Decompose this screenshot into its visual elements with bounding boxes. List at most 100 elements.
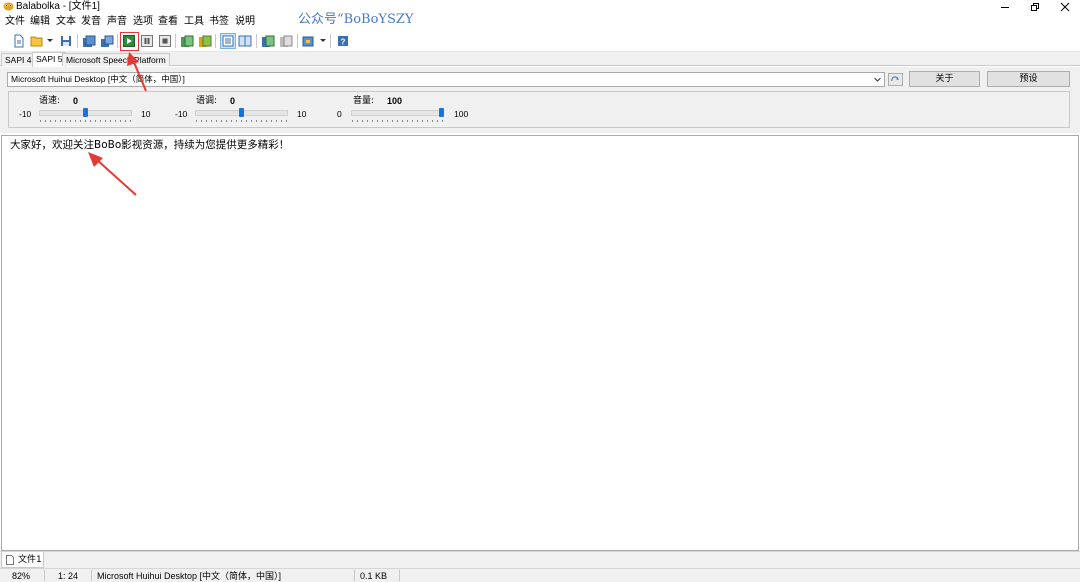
- chevron-down-icon: [874, 77, 881, 82]
- open-button[interactable]: [29, 33, 45, 49]
- help-button[interactable]: ?: [335, 33, 351, 49]
- menu-options[interactable]: 选项: [133, 16, 153, 28]
- sliders-box: 语速: 0 -10 10 语调: 0 -10 10 音量: 100 0 100: [8, 91, 1070, 128]
- play-button-highlight: [120, 32, 139, 51]
- spell-check-icon: [238, 35, 252, 47]
- status-bar: 82% 1: 24 Microsoft Huihui Desktop [中文（简…: [0, 568, 1080, 582]
- toolbar-separator: [330, 34, 331, 48]
- toolbar-separator: [256, 34, 257, 48]
- refresh-icon: [891, 75, 899, 81]
- rate-slider-ticks: [40, 120, 131, 122]
- toolbar-separator: [77, 34, 78, 48]
- menu-view[interactable]: 查看: [158, 16, 178, 28]
- volume-slider-ticks: [352, 120, 443, 122]
- stop-icon: [159, 35, 171, 47]
- export-button[interactable]: [197, 33, 213, 49]
- minimize-icon: [1001, 7, 1009, 8]
- svg-text:?: ?: [341, 38, 346, 47]
- new-document-icon: [14, 34, 24, 48]
- rate-slider-thumb[interactable]: [83, 108, 88, 117]
- save-button[interactable]: [58, 33, 74, 49]
- menu-bar: 文件 编辑 文本 发音 声音 选项 查看 工具 书签 说明: [0, 14, 1080, 30]
- status-zoom: 82%: [12, 571, 31, 581]
- document-tab[interactable]: 文件1: [1, 552, 44, 568]
- menu-tools[interactable]: 工具: [184, 16, 204, 28]
- pitch-max: 10: [297, 109, 307, 119]
- document-icon: [6, 554, 14, 565]
- preset-button[interactable]: 预设: [987, 71, 1070, 87]
- voice-panel: Microsoft Huihui Desktop [中文（简体，中国）] 关于 …: [0, 67, 1080, 133]
- pitch-slider-thumb[interactable]: [239, 108, 244, 117]
- batch-icon: [280, 35, 293, 47]
- voice-settings-button[interactable]: [888, 73, 903, 86]
- split-audio-button[interactable]: [99, 33, 115, 49]
- open-folder-icon: [30, 36, 43, 47]
- document-tab-label: 文件1: [18, 554, 42, 565]
- menu-sound[interactable]: 声音: [107, 16, 127, 28]
- save-audio-icon: [83, 35, 96, 47]
- tab-speech-platform[interactable]: Microsoft Speech Platform: [62, 53, 170, 66]
- toolbar-separator: [117, 34, 118, 48]
- close-button[interactable]: [1050, 0, 1080, 14]
- status-position: 1: 24: [58, 571, 79, 581]
- rate-min: -10: [19, 109, 32, 119]
- watermark: 公众号“BoBoYSZY: [298, 12, 414, 27]
- status-divider: [91, 570, 92, 581]
- text-editor[interactable]: 大家好，欢迎关注BoBo影视资源，持续为您提供更多精彩！: [1, 135, 1079, 551]
- read-clipboard-button[interactable]: [179, 33, 195, 49]
- pause-button[interactable]: [139, 33, 155, 49]
- toolbar-separator: [175, 34, 176, 48]
- minimize-button[interactable]: [990, 0, 1020, 14]
- status-size: 0.1 KB: [360, 571, 388, 581]
- menu-help[interactable]: 说明: [235, 16, 255, 28]
- status-divider: [399, 570, 400, 581]
- document-tabs: 文件1: [0, 551, 1080, 568]
- volume-min: 0: [337, 109, 342, 119]
- rate-value: 0: [73, 96, 79, 106]
- engine-tabs: SAPI 4 SAPI 5 Microsoft Speech Platform: [0, 52, 1080, 67]
- toolbar-separator: [297, 34, 298, 48]
- volume-label: 音量:: [353, 96, 375, 106]
- pitch-value: 0: [230, 96, 236, 106]
- title-bar: Balabolka - [文件1]: [0, 0, 1080, 14]
- volume-max: 100: [454, 109, 469, 119]
- rate-label: 语速:: [39, 96, 61, 106]
- volume-slider-thumb[interactable]: [439, 108, 444, 117]
- tab-sapi4[interactable]: SAPI 4: [1, 53, 36, 66]
- menu-edit[interactable]: 编辑: [30, 16, 50, 28]
- volume-slider-track[interactable]: [351, 110, 444, 116]
- convert-button[interactable]: [260, 33, 276, 49]
- volume-value: 100: [387, 96, 403, 106]
- menu-pronunciation[interactable]: 发音: [81, 16, 101, 28]
- restore-icon: [1031, 3, 1039, 11]
- editor-text: 大家好，欢迎关注BoBo影视资源，持续为您提供更多精彩！: [10, 139, 290, 151]
- toolbar: ?: [0, 31, 1080, 52]
- menu-file[interactable]: 文件: [5, 16, 25, 28]
- help-icon: ?: [338, 36, 348, 47]
- read-clipboard-icon: [181, 35, 194, 47]
- restore-button[interactable]: [1020, 0, 1050, 14]
- about-button[interactable]: 关于: [909, 71, 980, 87]
- pause-icon: [141, 35, 153, 47]
- text-view-button[interactable]: [220, 33, 236, 49]
- window-title: Balabolka - [文件1]: [16, 1, 100, 12]
- save-audio-button[interactable]: [81, 33, 97, 49]
- export-icon: [199, 35, 212, 47]
- spell-check-button[interactable]: [237, 33, 253, 49]
- stop-button[interactable]: [157, 33, 173, 49]
- toolbar-separator: [215, 34, 216, 48]
- voice-dropdown-icon[interactable]: [320, 39, 326, 42]
- menu-bookmarks[interactable]: 书签: [209, 16, 229, 28]
- batch-button[interactable]: [278, 33, 294, 49]
- split-audio-icon: [101, 35, 114, 47]
- status-divider: [354, 570, 355, 581]
- open-dropdown-icon[interactable]: [47, 39, 53, 42]
- save-icon: [61, 36, 71, 46]
- new-document-button[interactable]: [11, 33, 27, 49]
- convert-icon: [262, 35, 275, 47]
- voice-button[interactable]: [301, 33, 317, 49]
- status-voice: Microsoft Huihui Desktop [中文（简体，中国）]: [97, 571, 282, 581]
- app-logo-icon: [3, 2, 14, 11]
- voice-select[interactable]: Microsoft Huihui Desktop [中文（简体，中国）]: [7, 72, 885, 87]
- menu-text[interactable]: 文本: [56, 16, 76, 28]
